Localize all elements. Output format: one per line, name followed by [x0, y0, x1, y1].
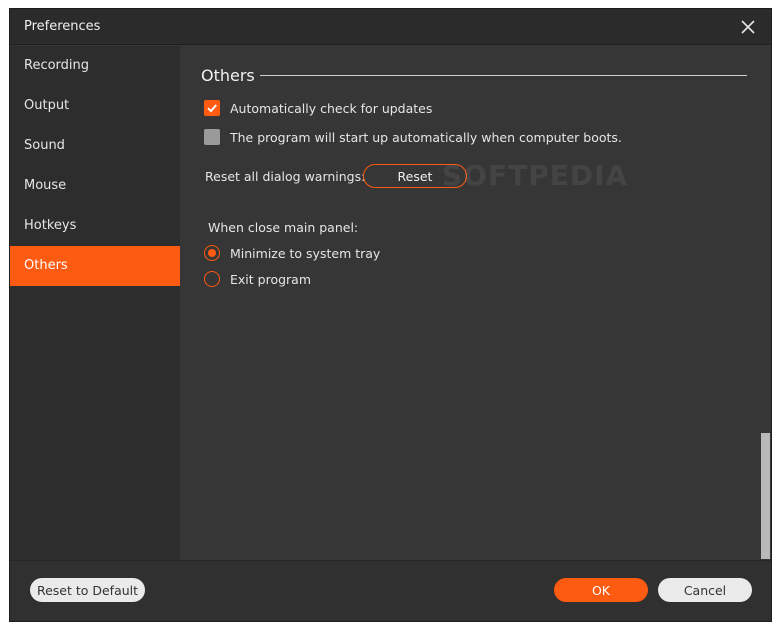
sidebar-item-sound[interactable]: Sound: [10, 126, 180, 166]
title-bar: Preferences: [10, 9, 771, 45]
exit-program-radio[interactable]: [204, 271, 220, 287]
sidebar: Recording Output Sound Mouse Hotkeys Oth…: [10, 46, 180, 560]
exit-program-option[interactable]: Exit program: [204, 271, 311, 287]
preferences-window: Preferences Recording Output Sound Mouse…: [9, 8, 772, 622]
sidebar-item-recording[interactable]: Recording: [10, 46, 180, 86]
section-divider: [260, 75, 747, 76]
sidebar-item-hotkeys[interactable]: Hotkeys: [10, 206, 180, 246]
sidebar-item-others[interactable]: Others: [10, 246, 180, 286]
exit-program-label: Exit program: [230, 271, 311, 287]
close-button[interactable]: [735, 14, 761, 40]
radio-selected-dot: [208, 249, 216, 257]
checkmark-icon: [207, 104, 217, 113]
reset-warnings-label: Reset all dialog warnings:: [205, 169, 366, 184]
sidebar-item-output[interactable]: Output: [10, 86, 180, 126]
auto-start-row[interactable]: The program will start up automatically …: [204, 129, 622, 145]
close-icon: [741, 20, 755, 34]
auto-update-checkbox[interactable]: [204, 100, 220, 116]
minimize-tray-option[interactable]: Minimize to system tray: [204, 245, 380, 261]
close-panel-heading: When close main panel:: [208, 220, 359, 235]
auto-update-row[interactable]: Automatically check for updates: [204, 100, 432, 116]
ok-button[interactable]: OK: [554, 578, 648, 602]
section-title: Others: [201, 66, 255, 85]
footer-bar: Reset to Default OK Cancel: [10, 560, 771, 621]
scrollbar-thumb[interactable]: [761, 433, 770, 559]
cancel-button[interactable]: Cancel: [658, 578, 752, 602]
auto-update-label: Automatically check for updates: [230, 100, 433, 116]
window-title: Preferences: [24, 19, 101, 34]
sidebar-item-mouse[interactable]: Mouse: [10, 166, 180, 206]
watermark-logo: SOFTPEDIA: [442, 159, 629, 192]
auto-start-checkbox[interactable]: [204, 129, 220, 145]
content-panel: Others Automatically check for updates T…: [180, 46, 771, 560]
minimize-tray-radio[interactable]: [204, 245, 220, 261]
minimize-tray-label: Minimize to system tray: [230, 245, 381, 261]
reset-warnings-button[interactable]: Reset: [363, 164, 467, 188]
auto-start-label: The program will start up automatically …: [230, 129, 622, 145]
reset-to-default-button[interactable]: Reset to Default: [30, 578, 145, 602]
